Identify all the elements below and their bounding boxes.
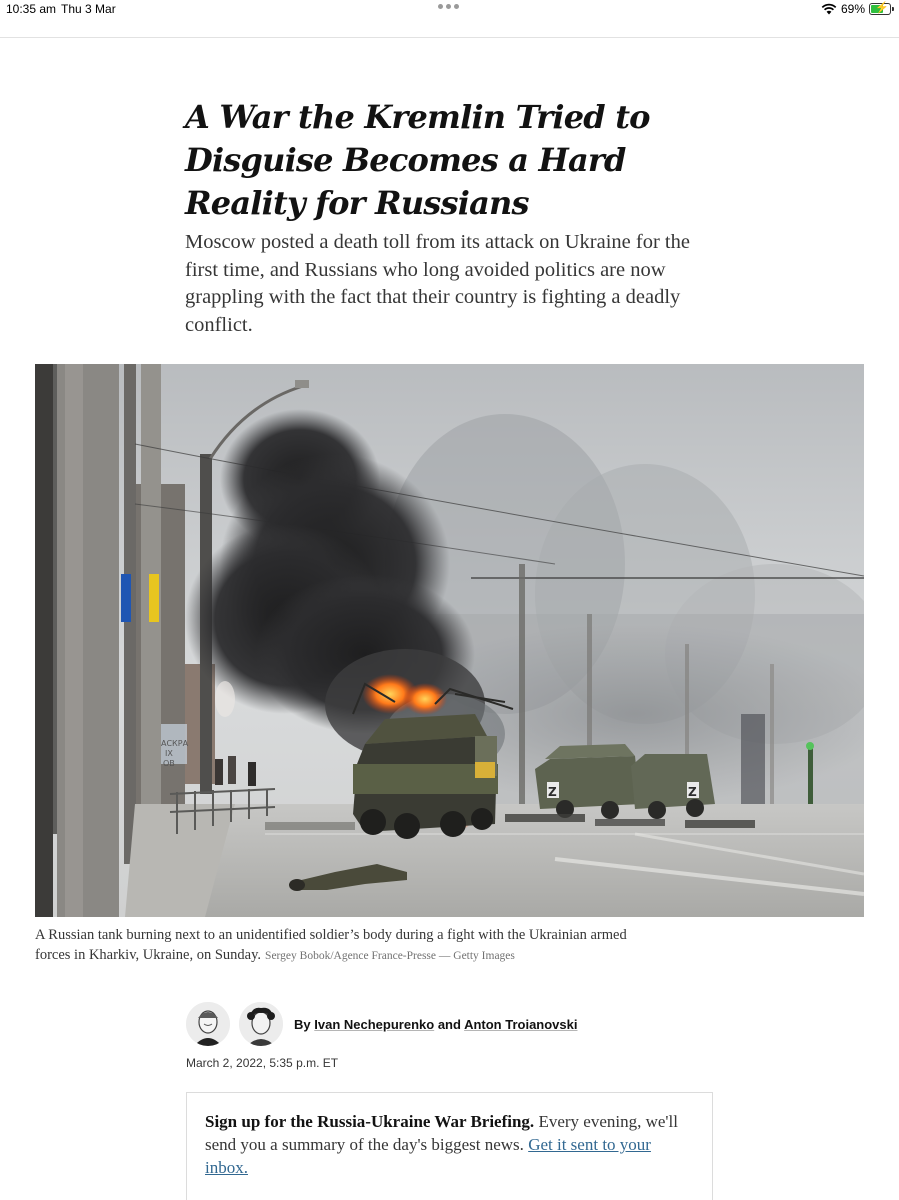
vehicle-marking: Z bbox=[688, 785, 697, 799]
author-link[interactable]: Ivan Nechepurenko bbox=[314, 1017, 434, 1032]
newsletter-signup-box: Sign up for the Russia-Ukraine War Brief… bbox=[186, 1092, 713, 1200]
vehicle-marking: Z bbox=[548, 785, 557, 799]
status-date: Thu 3 Mar bbox=[61, 2, 116, 16]
street-sign-text: IX bbox=[165, 749, 173, 758]
byline: By Ivan Nechepurenko and Anton Troianovs… bbox=[186, 1002, 577, 1046]
newsletter-lead: Sign up for the Russia-Ukraine War Brief… bbox=[205, 1112, 535, 1131]
article-headline: A War the Kremlin Tried to Disguise Beco… bbox=[185, 98, 651, 222]
battery-charging-icon: ⚡ bbox=[869, 2, 894, 15]
lead-photo[interactable]: АСКРА IX ОВ Z Z bbox=[35, 364, 864, 917]
byline-prefix: By bbox=[294, 1016, 311, 1032]
battery-percent: 69% bbox=[840, 2, 865, 16]
photo-credit: Sergey Bobok/Agence France-Presse — Gett… bbox=[265, 950, 515, 962]
status-indicators: 69% ⚡ bbox=[821, 2, 894, 16]
photo-caption: A Russian tank burning next to an uniden… bbox=[35, 925, 655, 966]
byline-text: By Ivan Nechepurenko and Anton Troianovs… bbox=[294, 1017, 577, 1032]
byline-conjunction: and bbox=[437, 1016, 461, 1032]
publish-timestamp: March 2, 2022, 5:35 p.m. ET bbox=[186, 1056, 339, 1070]
street-sign-text: АСКРА bbox=[161, 739, 189, 748]
status-bar: 10:35 am Thu 3 Mar 69% ⚡ bbox=[0, 0, 899, 20]
header-divider bbox=[0, 37, 899, 38]
street-sign-text: ОВ bbox=[163, 759, 175, 768]
article-summary: Moscow posted a death toll from its atta… bbox=[185, 231, 690, 336]
author-avatar[interactable] bbox=[186, 1002, 230, 1046]
status-time: 10:35 am bbox=[6, 2, 57, 16]
author-link[interactable]: Anton Troianovski bbox=[464, 1017, 577, 1032]
multitasking-dots-icon[interactable] bbox=[438, 4, 459, 9]
wifi-icon bbox=[821, 3, 837, 15]
author-avatar[interactable] bbox=[239, 1002, 283, 1046]
